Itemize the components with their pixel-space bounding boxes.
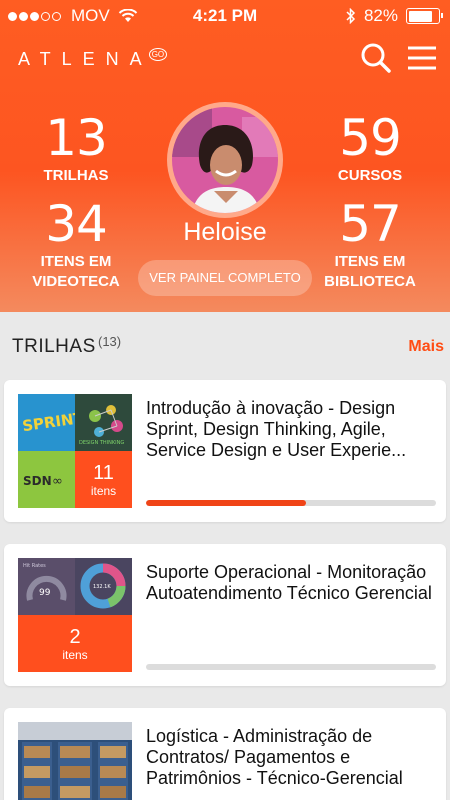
thumb-sprint-tile: SPRINT [18,394,75,451]
thumb-hit-rates-text: Hit Rates [23,563,46,569]
trail-card[interactable]: Logística - Administração de Contratos/ … [4,708,446,800]
trail-thumbnail: SPRINT DESIGN THINKING SDN ∞ 11 itens [18,394,132,508]
section-count: (13) [98,334,122,349]
battery-icon [406,8,443,24]
bluetooth-icon [346,8,356,24]
logo-text: ATLENA [18,49,153,69]
trail-title: Suporte Operacional - Monitoração Autoat… [146,562,432,603]
stat-value: 34 [45,195,108,253]
status-bar: MOV 4:21 PM 82% [0,0,450,32]
thumb-donut-tile: 132.1K [75,558,132,615]
profile-header: MOV 4:21 PM 82% ATLENAGO 13 TRILHAS 59 C… [0,0,450,312]
trail-progress-bar [146,500,436,506]
thumb-design-thinking-text: DESIGN THINKING [79,440,124,446]
trail-thumbnail [18,722,132,800]
search-button[interactable] [360,42,392,74]
thumb-warehouse-image [18,722,132,800]
logo-mark: GO [148,48,168,61]
item-count-tile: 11 itens [75,451,132,508]
thumb-donut-value: 132.1K [93,584,111,590]
trail-title: Logística - Administração de Contratos/ … [146,726,403,788]
stat-label: ITENS EM BIBLIOTECA [324,253,416,290]
stat-label: ITENS EM VIDEOTECA [32,253,120,290]
more-link[interactable]: Mais [408,338,444,356]
progress-fill [146,500,306,506]
stat-videoteca[interactable]: 34 ITENS EM VIDEOTECA [16,198,136,292]
stat-label: CURSOS [337,167,403,184]
item-count-label: itens [62,647,88,662]
trail-thumbnail: Hit Rates 99 132.1K 2 itens [18,558,132,672]
thumb-sdn-text: SDN [23,474,52,488]
stat-biblioteca[interactable]: 57 ITENS EM BIBLIOTECA [310,198,430,292]
item-count: 2 [69,625,81,648]
view-full-panel-button[interactable]: VER PAINEL COMPLETO [138,260,312,296]
section-title: TRILHAS [12,336,96,357]
menu-button[interactable] [406,42,438,74]
user-name: Heloise [183,218,267,246]
trail-card[interactable]: SPRINT DESIGN THINKING SDN ∞ 11 itens In… [4,380,446,522]
item-count-label: itens [90,483,117,498]
trail-title: Introdução à inovação - Design Sprint, D… [146,398,407,460]
avatar-photo [172,107,278,213]
stat-value: 13 [45,109,108,167]
thumb-gauge-value: 99 [39,588,51,598]
trail-card[interactable]: Hit Rates 99 132.1K 2 itens Suporte Oper… [4,544,446,686]
stat-cursos[interactable]: 59 CURSOS [310,112,430,186]
thumb-design-thinking-tile: DESIGN THINKING [75,394,132,451]
battery-level [408,10,433,22]
trilhas-section-header: TRILHAS (13) Mais [0,330,450,370]
hamburger-menu-icon [408,46,436,70]
app-logo[interactable]: ATLENAGO [18,48,168,70]
search-icon [361,43,391,73]
status-right: 82% [346,6,443,26]
stat-label: TRILHAS [43,167,109,184]
thumb-sdn-tile: SDN ∞ [18,451,75,508]
svg-text:∞: ∞ [52,474,63,489]
stat-value: 59 [339,109,402,167]
item-count: 11 [93,461,114,484]
item-count-tile: 2 itens [18,615,132,672]
stat-value: 57 [339,195,402,253]
thumb-gauge-tile: Hit Rates 99 [18,558,75,615]
stat-trilhas[interactable]: 13 TRILHAS [16,112,136,186]
avatar[interactable] [167,102,283,218]
battery-percent: 82% [363,6,398,25]
trail-progress-bar [146,664,436,670]
